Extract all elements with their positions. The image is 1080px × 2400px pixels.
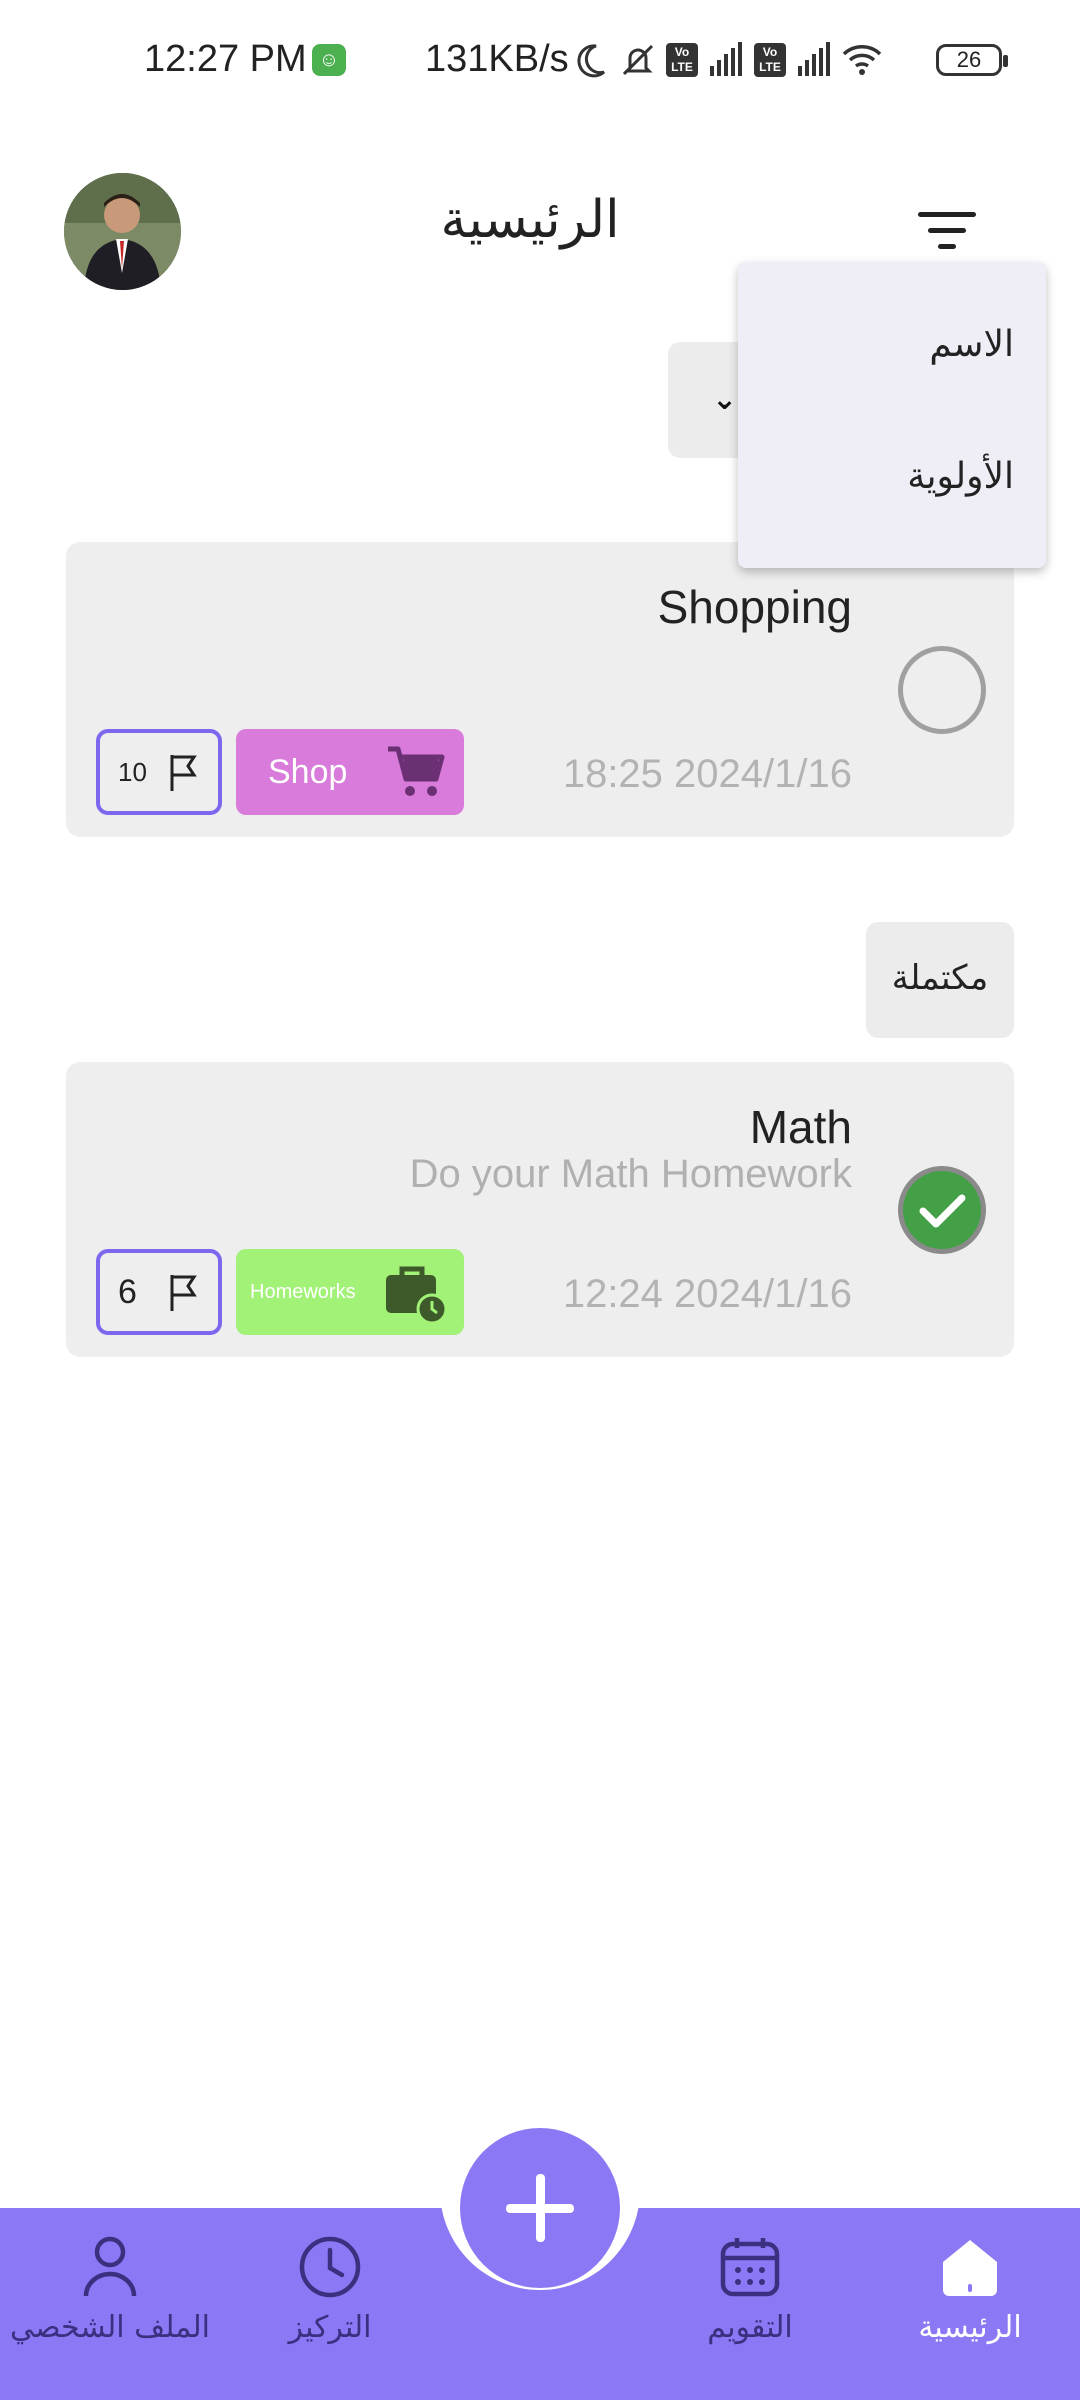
volte-icon: Vo LTE: [754, 43, 786, 77]
nav-label: الرئيسية: [918, 2310, 1022, 2345]
home-icon: [943, 2240, 997, 2296]
task-complete-toggle[interactable]: [898, 646, 986, 734]
nav-item-focus[interactable]: التركيز: [230, 2234, 430, 2345]
bell-off-icon: [622, 44, 654, 76]
network-speed: 131KB/s: [425, 38, 569, 80]
page-title: الرئيسية: [440, 190, 620, 250]
priority-value: 6: [118, 1273, 137, 1311]
task-description: Do your Math Homework: [409, 1152, 852, 1196]
status-icons: Vo LTE Vo LTE: [570, 36, 882, 84]
nav-item-calendar[interactable]: التقويم: [650, 2234, 850, 2345]
category-badge[interactable]: Shop: [236, 729, 464, 815]
notification-app-icon: ☺: [312, 44, 346, 76]
nav-label: الملف الشخصي: [10, 2310, 210, 2345]
flag-icon: [170, 755, 197, 791]
nav-label: التقويم: [707, 2310, 793, 2345]
category-label: Homeworks: [250, 1281, 356, 1303]
clock-icon: [299, 2236, 361, 2298]
completed-section-toggle[interactable]: مكتملة: [866, 922, 1014, 1038]
sort-menu: الاسم الأولوية: [738, 262, 1046, 568]
task-date: 12:24 2024/1/16: [562, 1272, 852, 1316]
priority-badge[interactable]: 10: [96, 729, 222, 815]
priority-badge[interactable]: 6: [96, 1249, 222, 1335]
signal-icon: [710, 42, 742, 76]
status-bar: 12:27 PM ☺ 131KB/s Vo LTE Vo LTE 26: [0, 0, 1080, 120]
task-card[interactable]: Shopping 18:25 2024/1/16 10 Shop: [66, 542, 1014, 837]
task-title: Math: [749, 1101, 852, 1153]
cart-icon: [388, 746, 445, 796]
task-title: Shopping: [657, 581, 852, 633]
completed-section-label: مكتملة: [891, 958, 989, 998]
signal-icon: [798, 42, 830, 76]
status-time: 12:27 PM: [144, 38, 307, 80]
wifi-icon: [842, 45, 882, 75]
person-icon: [83, 2236, 137, 2297]
calendar-icon: [720, 2238, 780, 2297]
category-badge[interactable]: Homeworks: [236, 1249, 464, 1335]
task-card[interactable]: Math Do your Math Homework 12:24 2024/1/…: [66, 1062, 1014, 1357]
briefcase-clock-icon: [386, 1266, 448, 1325]
volte-icon: Vo LTE: [666, 43, 698, 77]
add-task-button[interactable]: [460, 2128, 620, 2288]
avatar[interactable]: [64, 173, 181, 290]
nav-item-home[interactable]: الرئيسية: [870, 2234, 1070, 2345]
category-label: Shop: [268, 753, 348, 791]
flag-icon: [170, 1275, 197, 1311]
task-date: 18:25 2024/1/16: [562, 752, 852, 796]
battery-indicator: 26: [936, 44, 1008, 76]
chevron-down-icon: ⌄: [712, 383, 738, 416]
nav-item-profile[interactable]: الملف الشخصي: [10, 2234, 210, 2345]
nav-label: التركيز: [288, 2310, 372, 2345]
priority-value: 10: [118, 757, 147, 787]
sort-option-priority[interactable]: الأولوية: [907, 456, 1014, 497]
moon-icon: [577, 44, 606, 78]
task-complete-toggle[interactable]: [898, 1166, 986, 1254]
check-icon: [919, 1194, 966, 1228]
avatar-photo: [64, 173, 181, 290]
filter-icon[interactable]: [910, 200, 986, 260]
sort-option-name[interactable]: الاسم: [929, 324, 1014, 365]
